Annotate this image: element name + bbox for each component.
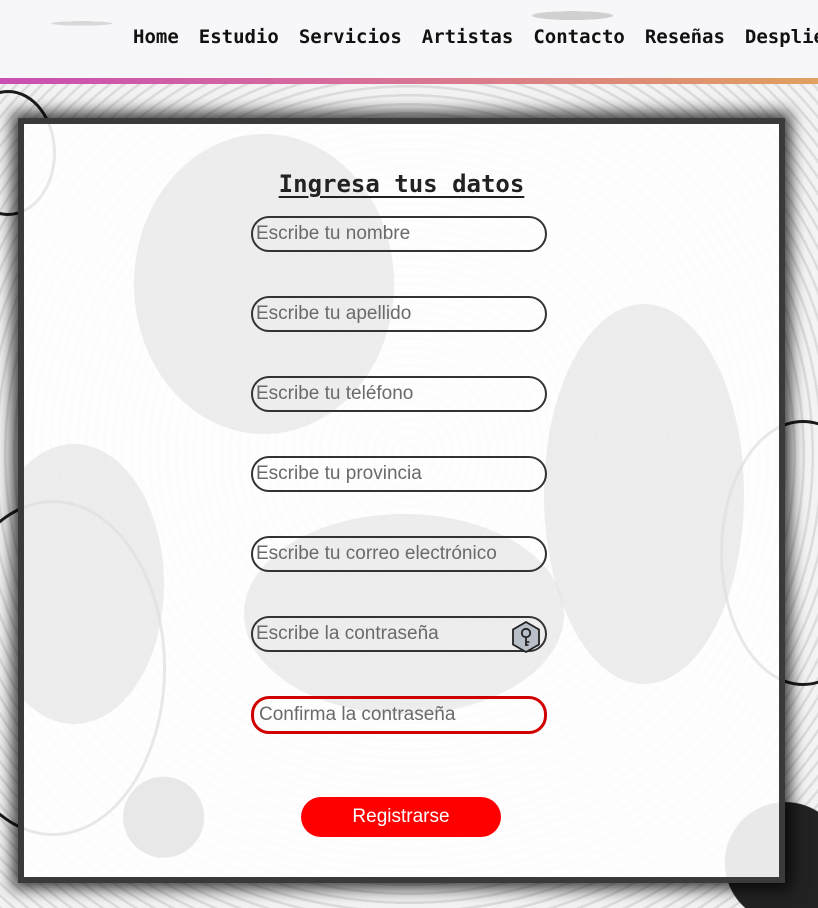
nav-link-despliegue[interactable]: Despliég (745, 26, 818, 48)
email-input[interactable] (251, 536, 547, 572)
form-title: Ingresa tus datos (278, 170, 525, 199)
nav-gradient-divider (0, 78, 818, 84)
province-input[interactable] (251, 456, 547, 492)
password-input[interactable] (251, 616, 547, 652)
nav-link-estudio[interactable]: Estudio (199, 26, 279, 48)
phone-input[interactable] (251, 376, 547, 412)
register-button[interactable]: Registrarse (301, 797, 501, 837)
registration-card: Ingresa tus datos Registrarse (18, 118, 785, 883)
top-navigation: Home Estudio Servicios Artistas Contacto… (0, 0, 818, 78)
last-name-input[interactable] (251, 296, 547, 332)
nav-link-artistas[interactable]: Artistas (422, 26, 514, 48)
nav-link-home[interactable]: Home (133, 26, 179, 48)
first-name-input[interactable] (251, 216, 547, 252)
nav-link-servicios[interactable]: Servicios (299, 26, 402, 48)
key-shield-icon[interactable] (511, 621, 541, 653)
nav-link-contacto[interactable]: Contacto (533, 26, 625, 48)
nav-links: Home Estudio Servicios Artistas Contacto… (133, 26, 818, 48)
nav-link-resenas[interactable]: Reseñas (645, 26, 725, 48)
confirm-password-input[interactable] (251, 696, 547, 734)
